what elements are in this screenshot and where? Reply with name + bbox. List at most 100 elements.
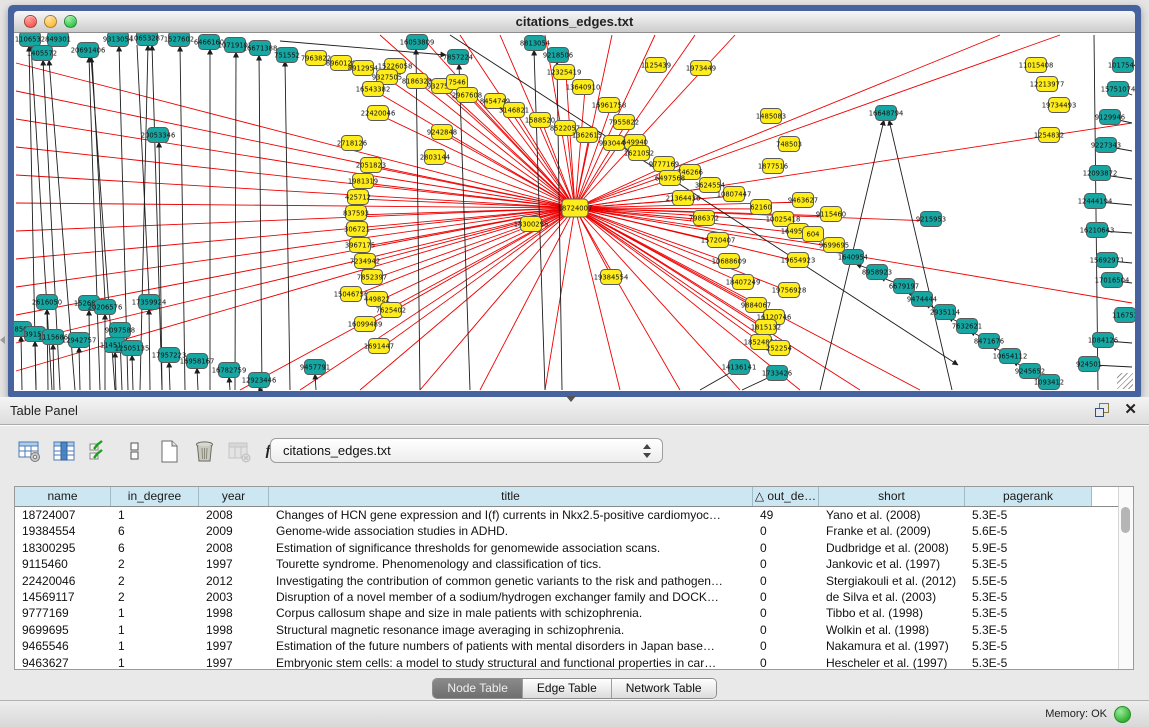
graph-node[interactable]: 22420046	[361, 106, 396, 121]
graph-node[interactable]: 924501	[1076, 357, 1102, 372]
graph-node[interactable]: 1125439	[641, 58, 671, 73]
graph-node[interactable]: 1527602	[164, 33, 194, 47]
graph-node[interactable]: 748503	[776, 137, 802, 152]
graph-node[interactable]: 16099489	[348, 317, 383, 332]
table-row[interactable]: 977716911998Corpus callosum shape and si…	[15, 605, 1133, 621]
graph-node[interactable]: 306721	[344, 222, 370, 237]
graph-node[interactable]: 7234942	[350, 254, 380, 269]
graph-node[interactable]: 252254	[766, 341, 792, 356]
graph-node[interactable]: 9218506	[543, 48, 573, 63]
citation-network-graph[interactable]: 1106532849301140557220691406931305410653…	[14, 33, 1135, 391]
float-panel-icon[interactable]	[1095, 403, 1109, 417]
graph-node[interactable]: 1405572	[27, 46, 57, 61]
graph-node[interactable]: 1815132	[751, 320, 781, 335]
split-pane-handle-icon[interactable]	[566, 396, 576, 402]
graph-node[interactable]: 8958923	[862, 265, 892, 280]
table-row[interactable]: 911546021997Tourette syndrome. Phenomeno…	[15, 556, 1133, 572]
column-header-title[interactable]: title	[269, 487, 753, 506]
table-row[interactable]: 1938455462009Genome-wide association stu…	[15, 523, 1133, 539]
table-row[interactable]: 969969511998Structural magnetic resonanc…	[15, 622, 1133, 638]
graph-node[interactable]: 9457791	[300, 360, 330, 375]
row-height-icon[interactable]	[121, 438, 147, 464]
column-header-year[interactable]: year	[199, 487, 269, 506]
graph-node[interactable]: 10653287	[130, 33, 165, 46]
column-header-short[interactable]: short	[819, 487, 965, 506]
graph-node[interactable]: 2718126	[337, 136, 367, 151]
tab-network-table[interactable]: Network Table	[612, 679, 716, 698]
graph-node[interactable]: 7852397	[357, 270, 387, 285]
graph-node[interactable]: 19654923	[781, 253, 816, 268]
graph-node[interactable]: 7625402	[376, 303, 406, 318]
graph-node[interactable]: 12213977	[1030, 77, 1065, 92]
table-row[interactable]: 946554611997Estimation of the future num…	[15, 638, 1133, 654]
graph-node[interactable]: 18724007	[558, 199, 593, 217]
graph-node[interactable]: 9313054	[103, 33, 133, 47]
graph-node[interactable]: 16210643	[1080, 223, 1115, 238]
graph-node[interactable]: 1640954	[838, 250, 868, 265]
graph-node[interactable]: 425712	[345, 190, 371, 205]
table-row[interactable]: 1456911722003Disruption of a novel membe…	[15, 589, 1133, 605]
vertical-scrollbar[interactable]	[1118, 487, 1133, 669]
graph-node[interactable]: 8813054	[520, 36, 550, 51]
column-header-name[interactable]: name	[15, 487, 111, 506]
column-header-pagerank[interactable]: pagerank	[965, 487, 1092, 506]
graph-node[interactable]: 751552	[274, 48, 300, 63]
graph-node[interactable]: 16648794	[869, 106, 904, 121]
graph-node[interactable]: 9463627	[788, 193, 818, 208]
graph-node[interactable]: 7857224	[443, 50, 473, 65]
graph-node[interactable]: 11015408	[1019, 58, 1054, 73]
graph-node[interactable]: 1621052	[624, 146, 654, 161]
graph-node[interactable]: 9474444	[907, 292, 937, 307]
graph-node[interactable]: 3967175	[345, 238, 375, 253]
graph-node[interactable]: 2935114	[930, 305, 960, 320]
window-titlebar[interactable]: citations_edges.txt	[14, 11, 1135, 33]
network-canvas[interactable]: 1106532849301140557220691406931305410653…	[14, 33, 1135, 391]
graph-node[interactable]: 19384554	[594, 270, 629, 285]
table-row[interactable]: 946362711997Embryonic stem cells: a mode…	[15, 655, 1133, 670]
graph-node[interactable]: 8471676	[974, 334, 1004, 349]
delete-table-icon[interactable]	[191, 438, 217, 464]
graph-node[interactable]: 849301	[45, 33, 71, 47]
table-row[interactable]: 1830029562008Estimation of significance …	[15, 540, 1133, 556]
graph-node[interactable]: 1691447	[364, 339, 394, 354]
graph-node[interactable]: 16782759	[212, 363, 247, 378]
table-row[interactable]: 1872400712008Changes of HCN gene express…	[15, 507, 1133, 523]
graph-node[interactable]: 1106532	[15, 33, 45, 47]
graph-node[interactable]: 1733426	[762, 366, 792, 381]
graph-node[interactable]: 10688609	[712, 254, 747, 269]
graph-node[interactable]: 12093872	[1083, 166, 1118, 181]
graph-node[interactable]: 1084126	[1088, 333, 1118, 348]
table-row[interactable]: 2242004622012Investigating the contribut…	[15, 573, 1133, 589]
resize-grip-icon[interactable]	[1117, 373, 1133, 389]
graph-node[interactable]: 2803144	[420, 150, 450, 165]
graph-node[interactable]: 13640910	[566, 80, 601, 95]
graph-node[interactable]: 1362615	[572, 128, 602, 143]
scrollbar-thumb[interactable]	[1121, 507, 1130, 533]
table-selector-dropdown[interactable]: citations_edges.txt	[270, 438, 663, 463]
column-visibility-icon[interactable]	[51, 438, 77, 464]
graph-node[interactable]: 2967608	[452, 88, 482, 103]
tab-edge-table[interactable]: Edge Table	[523, 679, 612, 698]
graph-node[interactable]: 1017544	[1108, 58, 1135, 73]
select-all-icon[interactable]	[86, 438, 112, 464]
graph-node[interactable]: 16053809	[400, 35, 435, 50]
graph-node[interactable]: 9097588	[105, 323, 135, 338]
graph-node[interactable]: 7986372	[689, 211, 719, 226]
graph-node[interactable]: 9215953	[916, 212, 946, 227]
graph-node[interactable]: 7632621	[952, 319, 982, 334]
graph-node[interactable]: 7955822	[609, 115, 639, 130]
graph-node[interactable]: 9115460	[816, 207, 846, 222]
graph-node[interactable]: 16961758	[592, 98, 627, 113]
column-header-out_de[interactable]: △ out_de…	[753, 487, 819, 506]
graph-node[interactable]: 1877516	[758, 159, 788, 174]
graph-node[interactable]: 604	[803, 227, 824, 242]
delete-column-icon[interactable]	[226, 438, 252, 464]
graph-node[interactable]: 15692971	[1090, 253, 1125, 268]
graph-node[interactable]: 19756928	[772, 283, 807, 298]
graph-node[interactable]: 12444194	[1078, 194, 1113, 209]
graph-node[interactable]: 18407249	[726, 275, 761, 290]
column-header-in_degree[interactable]: in_degree	[111, 487, 199, 506]
graph-node[interactable]: 2616050	[32, 295, 62, 310]
graph-node[interactable]: 9227343	[1091, 138, 1121, 153]
graph-node[interactable]: 1093412	[1034, 375, 1064, 390]
